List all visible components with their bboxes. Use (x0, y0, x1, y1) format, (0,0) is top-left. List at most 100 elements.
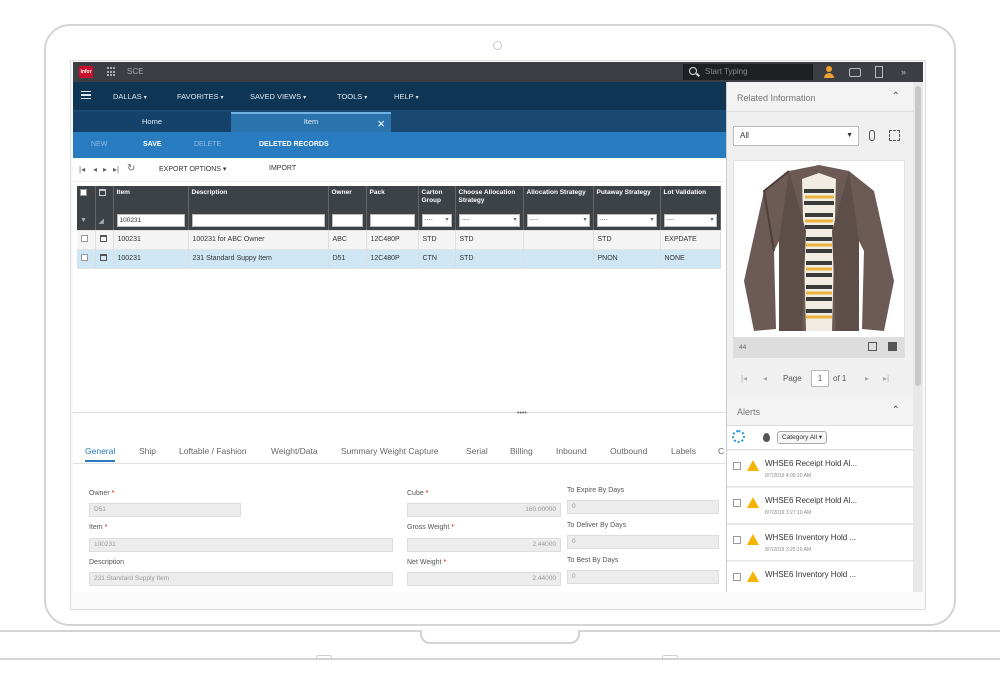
next-page-icon[interactable]: ▸ (103, 165, 107, 174)
cube-field[interactable]: 160.00000 (407, 503, 561, 517)
filter-item-input[interactable]: 100231 (116, 214, 185, 228)
app-grid-icon[interactable] (107, 67, 117, 77)
next-image-icon[interactable]: ▸ (865, 374, 869, 383)
alert-checkbox[interactable] (733, 573, 741, 581)
deliver-days-field[interactable]: 0 (567, 535, 719, 549)
col-header-carton-group[interactable]: Carton Group (418, 186, 456, 212)
close-icon[interactable]: × (377, 114, 385, 134)
item-field[interactable]: 100231 (89, 538, 393, 552)
alert-item[interactable]: WHSE6 Receipt Hold Al... 8/7/2019 3:27:1… (727, 488, 914, 524)
tab-item[interactable]: Item × (231, 112, 391, 132)
tab-labels[interactable]: Labels (671, 446, 696, 456)
first-image-icon[interactable]: |◂ (741, 374, 747, 383)
related-info-header[interactable]: Related Information ⌃ (727, 82, 914, 112)
alert-item[interactable]: WHSE6 Inventory Hold ... 8/7/2019 3:25:1… (727, 525, 914, 561)
expand-icon[interactable] (889, 130, 900, 141)
menu-help[interactable]: HELP ▾ (394, 92, 419, 101)
tab-weight-data[interactable]: Weight/Data (271, 446, 318, 456)
best-days-field[interactable]: 0 (567, 570, 719, 584)
panel-scrollbar[interactable] (913, 82, 923, 592)
col-header-allocation-strategy[interactable]: Allocation Strategy (523, 186, 594, 212)
row-checkbox[interactable] (81, 235, 88, 242)
tab-ship[interactable]: Ship (139, 446, 156, 456)
description-field[interactable]: 231 Standard Supply Item (89, 572, 393, 586)
prev-page-icon[interactable]: ◂ (93, 165, 97, 174)
filter-description-input[interactable] (191, 214, 325, 228)
related-filter-select[interactable]: All ▼ (733, 126, 859, 146)
tab-home[interactable]: Home (73, 112, 231, 132)
more-icon[interactable]: » (901, 66, 913, 78)
filter-putaway-select[interactable]: ---- (596, 214, 657, 228)
first-page-icon[interactable]: |◂ (79, 165, 85, 174)
save-button[interactable]: SAVE (143, 141, 162, 148)
alert-item[interactable]: WHSE6 Receipt Hold Al... 8/7/2019 4:09:1… (727, 451, 914, 487)
tab-loftable-fashion[interactable]: Loftable / Fashion (179, 446, 247, 456)
tab-serial[interactable]: Serial (466, 446, 488, 456)
alerts-header[interactable]: Alerts ⌃ (727, 396, 914, 426)
delete-button[interactable]: DELETE (194, 141, 221, 148)
refresh-icon[interactable]: ↻ (127, 163, 135, 174)
last-page-icon[interactable]: ▸| (113, 165, 119, 174)
category-filter[interactable]: Category All ▾ (777, 431, 828, 444)
last-image-icon[interactable]: ▸| (883, 374, 889, 383)
col-header-putaway-strategy[interactable]: Putaway Strategy (593, 186, 661, 212)
tab-general[interactable]: General (85, 446, 116, 462)
alert-checkbox[interactable] (733, 499, 741, 507)
filter-allocation-select[interactable]: ---- (526, 214, 590, 228)
menu-saved-views[interactable]: SAVED VIEWS ▾ (250, 92, 306, 101)
col-header-item[interactable]: Item (113, 186, 189, 212)
table-row[interactable]: 100231 231 Standard Suppy Item D51 12C48… (77, 249, 721, 269)
settings-icon[interactable] (732, 430, 745, 443)
row-checkbox[interactable] (81, 254, 88, 261)
filter-pack-input[interactable] (369, 214, 415, 228)
drop-icon[interactable] (763, 433, 770, 442)
menu-tools[interactable]: TOOLS ▾ (337, 92, 367, 101)
net-weight-field[interactable]: 2.44000 (407, 572, 561, 586)
col-header-owner[interactable]: Owner (328, 186, 367, 212)
prev-image-icon[interactable]: ◂ (763, 374, 767, 383)
filter-owner-input[interactable] (331, 214, 363, 228)
expire-days-field[interactable]: 0 (567, 500, 719, 514)
filter-choose-allocation-select[interactable]: ---- (458, 214, 520, 228)
new-button[interactable]: NEW (91, 141, 107, 148)
message-icon[interactable] (849, 68, 861, 77)
tab-billing[interactable]: Billing (510, 446, 533, 456)
calendar-icon[interactable] (99, 254, 107, 261)
hamburger-icon[interactable] (81, 91, 91, 99)
tab-overflow[interactable]: C (718, 446, 724, 456)
alert-checkbox[interactable] (733, 536, 741, 544)
filter-lot-select[interactable]: ---- (663, 214, 717, 228)
building-icon[interactable] (875, 66, 883, 78)
collapse-icon[interactable]: ⌃ (892, 405, 900, 416)
menu-dallas[interactable]: DALLAS ▾ (113, 92, 147, 101)
tab-inbound[interactable]: Inbound (556, 446, 587, 456)
filter-carton-select[interactable]: ---- (421, 214, 452, 228)
pane-splitter[interactable] (73, 412, 726, 413)
col-header-pack[interactable]: Pack (366, 186, 419, 212)
menu-favorites[interactable]: FAVORITES ▾ (177, 92, 224, 101)
collapse-icon[interactable]: ⌃ (892, 91, 900, 102)
splitter-handle-icon[interactable]: •••• (517, 410, 527, 417)
select-all-checkbox[interactable] (77, 186, 96, 212)
attachment-icon[interactable] (869, 130, 875, 141)
alert-checkbox[interactable] (733, 462, 741, 470)
user-icon[interactable] (823, 66, 835, 78)
col-header-choose-allocation[interactable]: Choose Allocation Strategy (455, 186, 524, 212)
alert-item[interactable]: WHSE6 Inventory Hold ... (727, 562, 914, 592)
owner-field[interactable]: D51 (89, 503, 241, 517)
table-row[interactable]: 100231 100231 for ABC Owner ABC 12C480P … (77, 230, 721, 250)
export-options-button[interactable]: EXPORT OPTIONS ▾ (159, 165, 226, 173)
gross-weight-field[interactable]: 2.44000 (407, 538, 561, 552)
open-external-icon[interactable] (868, 342, 877, 351)
search-input[interactable]: Start Typing (683, 64, 813, 80)
import-button[interactable]: IMPORT (269, 165, 296, 172)
comment-icon[interactable] (888, 342, 897, 351)
page-input[interactable]: 1 (811, 370, 829, 387)
tab-outbound[interactable]: Outbound (610, 446, 647, 456)
tab-summary-weight-capture[interactable]: Summary Weight Capture (341, 446, 439, 456)
deleted-records-button[interactable]: DELETED RECORDS (259, 141, 329, 148)
filter-icon[interactable]: ▼ (77, 212, 96, 231)
calendar-icon[interactable] (99, 235, 107, 242)
col-header-description[interactable]: Description (188, 186, 329, 212)
col-header-lot-validation[interactable]: Lot Validation (660, 186, 721, 212)
